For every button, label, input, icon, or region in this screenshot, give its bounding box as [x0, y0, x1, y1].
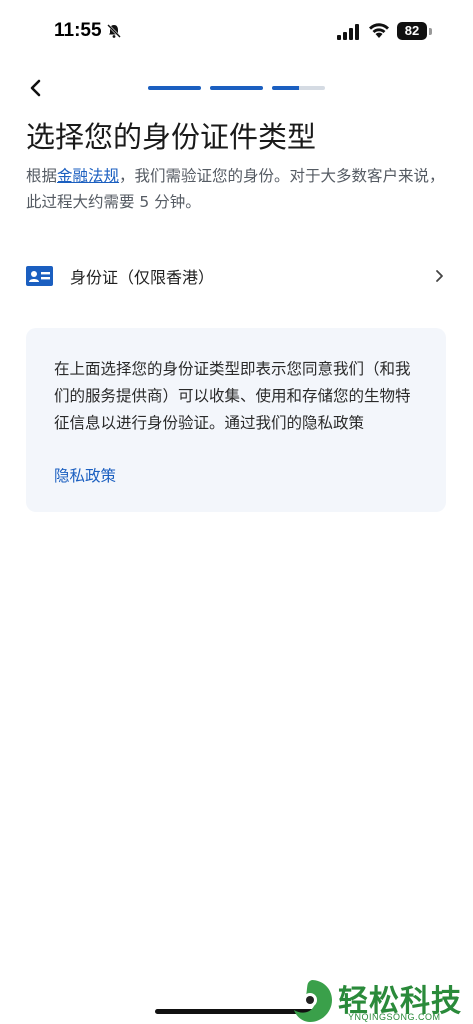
cellular-signal-icon [337, 24, 359, 40]
subtitle-prefix: 根据 [26, 167, 58, 185]
consent-text: 在上面选择您的身份证类型即表示您同意我们（和我们的服务提供商）可以收集、使用和存… [54, 360, 411, 432]
financial-regulations-link[interactable]: 金融法规 [57, 167, 119, 185]
progress-step-3 [272, 86, 325, 90]
status-bar: 11:55 82 [0, 0, 473, 64]
status-time: 11:55 [54, 20, 102, 41]
page-subtitle: 根据金融法规，我们需验证您的身份。对于大多数客户来说，此过程大约需要 5 分钟。 [26, 163, 446, 215]
back-button[interactable] [24, 76, 48, 100]
battery-tip [429, 28, 432, 35]
id-card-icon [26, 266, 53, 286]
biometric-consent-card: 在上面选择您的身份证类型即表示您同意我们（和我们的服务提供商）可以收集、使用和存… [26, 328, 446, 512]
id-option-label: 身份证（仅限香港） [70, 268, 215, 287]
progress-step-2 [210, 86, 263, 90]
battery-icon: 82 [397, 22, 427, 40]
wifi-icon [369, 23, 389, 38]
watermark-logo [294, 980, 332, 1022]
watermark-url: YNQINGSONG.COM [348, 1012, 441, 1022]
silent-bell-icon [107, 24, 121, 38]
chevron-right-icon [436, 270, 443, 282]
progress-step-1 [148, 86, 201, 90]
step-progress [148, 86, 325, 90]
id-type-option-hk-id[interactable]: 身份证（仅限香港） [0, 256, 473, 296]
page-title: 选择您的身份证件类型 [26, 120, 317, 154]
privacy-policy-link[interactable]: 隐私政策 [54, 464, 116, 486]
